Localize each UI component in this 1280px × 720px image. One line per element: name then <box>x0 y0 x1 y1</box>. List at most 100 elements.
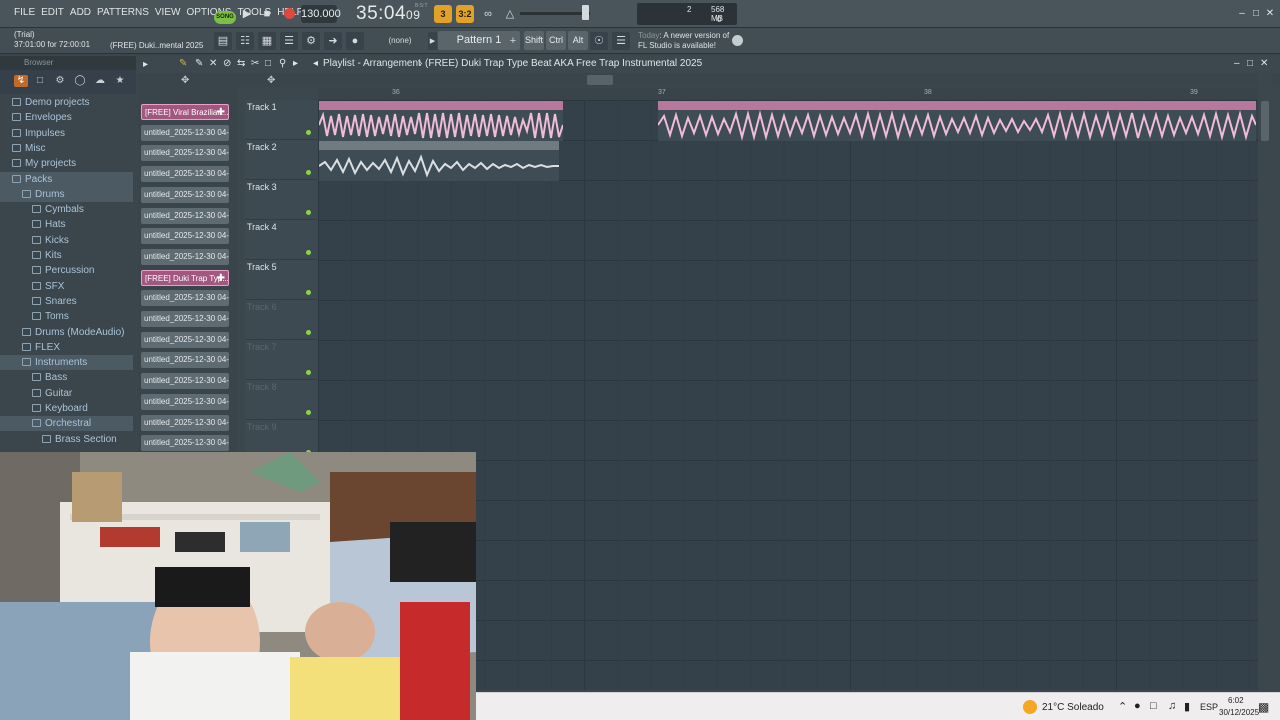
track-led-icon[interactable] <box>306 290 311 295</box>
playlist-minimize-icon[interactable]: – <box>1234 58 1240 69</box>
stop-button[interactable]: ■ <box>258 5 276 23</box>
browser-item[interactable]: Snares <box>0 294 133 309</box>
battery-icon[interactable]: ▮ <box>1184 700 1190 713</box>
channel-add-icon[interactable]: ✚ <box>217 271 225 285</box>
minimize-icon[interactable]: – <box>1236 8 1248 20</box>
browser-all-icon[interactable]: ↯ <box>14 75 28 87</box>
browser-item[interactable]: My projects <box>0 156 133 171</box>
track-header[interactable]: Track 1 <box>245 100 317 140</box>
channel-button[interactable]: untitled_2025-12-30 04- <box>141 331 229 348</box>
browser-item[interactable]: Orchestral <box>0 416 133 432</box>
menu-add[interactable]: ADD <box>70 7 91 18</box>
browser-item[interactable]: Keyboard <box>0 401 133 416</box>
metronome-icon[interactable]: △ <box>501 5 519 23</box>
browser-star-icon[interactable]: ★ <box>114 75 126 87</box>
browser-item[interactable]: Instruments <box>0 355 133 371</box>
browser-plugin-icon[interactable]: ⚙ <box>54 75 66 87</box>
track-header[interactable]: Track 3 <box>245 180 317 220</box>
wait-input-icon[interactable]: ∞ <box>479 5 497 23</box>
playback-tool-icon[interactable]: ▸ <box>293 58 298 69</box>
menu-patterns[interactable]: PATTERNS <box>97 7 149 18</box>
timeline-ruler[interactable]: 36 37 38 39 <box>318 88 1258 100</box>
channel-button[interactable]: untitled_2025-12-30 04- <box>141 207 229 224</box>
track-header[interactable]: Track 8 <box>245 380 317 420</box>
playlist-vscroll[interactable] <box>1258 73 1272 690</box>
shift-key-button[interactable]: Shift <box>524 31 544 50</box>
clock-date[interactable]: 30/12/2025 <box>1219 708 1259 717</box>
browser-item[interactable]: Drums <box>0 186 133 202</box>
browser-item[interactable]: SFX <box>0 279 133 294</box>
track-header[interactable]: Track 4 <box>245 220 317 260</box>
arrow-icon[interactable]: ➜ <box>324 32 342 50</box>
track-mode-icon[interactable]: ✥ <box>267 75 275 86</box>
browser-item[interactable]: Guitar <box>0 386 133 401</box>
channel-button[interactable]: [FREE] Duki Trap Typ... ✚ <box>141 269 229 286</box>
menu-edit[interactable]: EDIT <box>41 7 64 18</box>
browser-item[interactable]: Packs <box>0 171 133 187</box>
news-icon[interactable]: ☰ <box>612 32 630 50</box>
channel-button[interactable]: untitled_2025-12-30 04- <box>141 393 229 410</box>
browser-item[interactable]: Hats <box>0 217 133 232</box>
clock-time[interactable]: 6:02 <box>1228 696 1244 705</box>
pattern-add-icon[interactable]: + <box>508 32 518 50</box>
channel-button[interactable]: untitled_2025-12-30 04- <box>141 248 229 265</box>
audio-clip-3[interactable]: untitled_2025-12-30 05-54-11_Master <box>319 141 559 181</box>
channel-button[interactable]: untitled_2025-12-30 04- <box>141 435 229 452</box>
tempo-display[interactable]: 130.000 <box>301 5 341 23</box>
notification-icon[interactable]: ▩ <box>1258 700 1269 714</box>
weather-icon[interactable] <box>1023 700 1037 714</box>
pattern-prev-icon[interactable]: ▸ <box>428 32 437 50</box>
playlist-maximize-icon[interactable]: □ <box>1247 58 1253 69</box>
track-header[interactable]: Track 6 <box>245 300 317 340</box>
browser-current-project-icon[interactable]: □ <box>34 75 46 87</box>
channel-rack-icon[interactable]: ☷ <box>236 32 254 50</box>
playlist-view-icon[interactable]: ▤ <box>214 32 232 50</box>
channel-button[interactable]: untitled_2025-12-30 04- <box>141 373 229 390</box>
delete-tool-icon[interactable]: ✕ <box>209 58 217 69</box>
channel-button[interactable]: untitled_2025-12-30 04- <box>141 414 229 431</box>
mixer-icon[interactable]: ☰ <box>280 32 298 50</box>
track-header[interactable]: Track 2 <box>245 140 317 180</box>
channel-button[interactable]: untitled_2025-12-30 04- <box>141 145 229 162</box>
volume-icon[interactable]: ♫ <box>1168 700 1176 712</box>
track-led-icon[interactable] <box>306 410 311 415</box>
paint-tool-icon[interactable]: ✎ <box>195 58 203 69</box>
channel-button[interactable]: untitled_2025-12-30 04- <box>141 228 229 245</box>
channel-add-icon[interactable]: ✚ <box>217 105 225 119</box>
news-panel[interactable]: Today: A newer version of FL Studio is a… <box>638 31 729 51</box>
ctrl-key-button[interactable]: Ctrl <box>546 31 566 50</box>
browser-item[interactable]: Misc <box>0 141 133 156</box>
channel-button[interactable]: untitled_2025-12-30 04- <box>141 166 229 183</box>
online-icon[interactable]: ☉ <box>590 32 608 50</box>
browser-item[interactable]: Envelopes <box>0 110 133 125</box>
track-led-icon[interactable] <box>306 210 311 215</box>
play-button[interactable]: ▶ <box>238 5 256 23</box>
master-volume-track[interactable] <box>520 12 590 15</box>
snap-selector[interactable]: (none) <box>378 34 422 48</box>
browser-item[interactable]: Toms <box>0 309 133 324</box>
browser-item[interactable]: Demo projects <box>0 95 133 110</box>
draw-tool-icon[interactable]: ✎ <box>179 58 187 69</box>
browser-item[interactable]: Kicks <box>0 233 133 248</box>
track-led-icon[interactable] <box>306 370 311 375</box>
vscroll-thumb[interactable] <box>1261 101 1269 141</box>
plugin-picker-icon[interactable]: ⚙ <box>302 32 320 50</box>
track-header[interactable]: Track 7 <box>245 340 317 380</box>
zoom-tool-icon[interactable]: ⚲ <box>279 58 286 69</box>
record-button[interactable] <box>280 5 298 23</box>
alt-key-button[interactable]: Alt <box>568 31 588 50</box>
weather-text[interactable]: 21°C Soleado <box>1042 702 1104 713</box>
menu-view[interactable]: VIEW <box>155 7 181 18</box>
pattern-step[interactable]: 3:2 <box>456 5 474 23</box>
audio-clip-2[interactable]: (FREE) Duki Trap Type Beat AKA Free Trap… <box>658 101 1256 141</box>
browser-cloud-icon[interactable]: ☁ <box>94 75 106 87</box>
channel-button[interactable]: untitled_2025-12-30 04- <box>141 124 229 141</box>
master-volume-knob[interactable] <box>582 5 589 20</box>
browser-item[interactable]: Bass <box>0 370 133 385</box>
mute-tool-icon[interactable]: ⊘ <box>223 58 231 69</box>
browser-item[interactable]: Kits <box>0 248 133 263</box>
close-icon[interactable]: ✕ <box>1264 8 1276 20</box>
mic-tray-icon[interactable]: ● <box>1134 700 1141 712</box>
track-led-icon[interactable] <box>306 130 311 135</box>
maximize-icon[interactable]: □ <box>1250 8 1262 20</box>
